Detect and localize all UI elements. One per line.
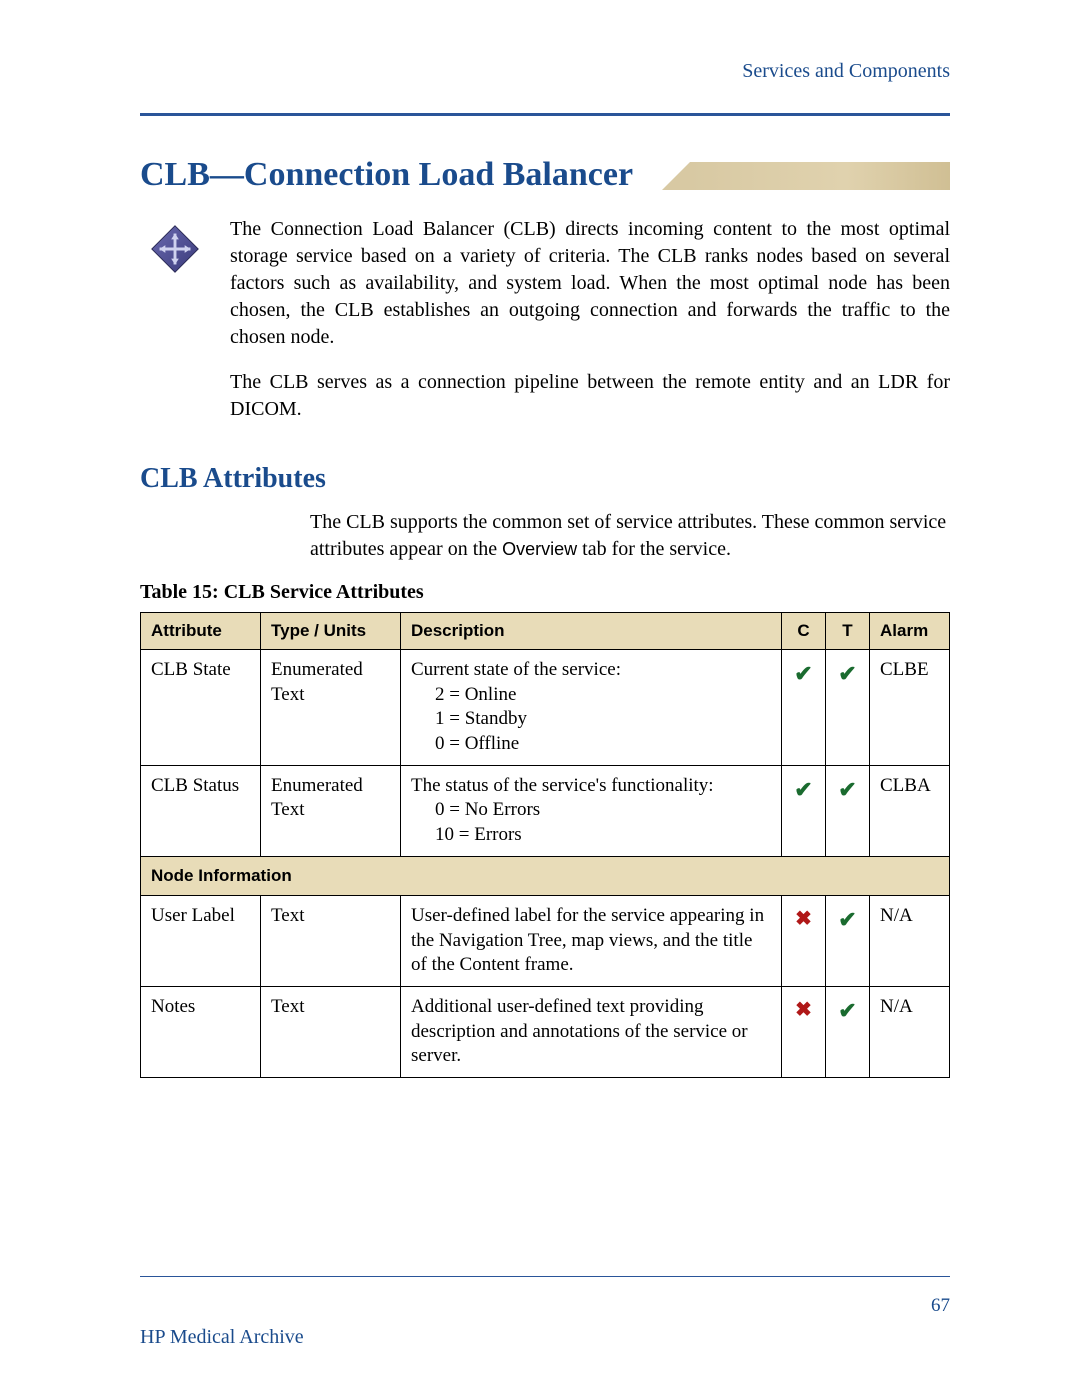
table-row: User LabelTextUser-defined label for the… (141, 895, 950, 986)
desc-main: User-defined label for the service appea… (411, 905, 764, 975)
check-icon: ✔ (838, 907, 856, 932)
cell-description: The status of the service's functionalit… (401, 765, 782, 856)
cell-alarm: CLBE (870, 650, 950, 766)
th-t: T (826, 613, 870, 650)
th-attribute: Attribute (141, 613, 261, 650)
cross-icon: ✖ (795, 999, 812, 1021)
bottom-rule (140, 1276, 950, 1277)
check-icon: ✔ (838, 998, 856, 1023)
table-caption: Table 15: CLB Service Attributes (140, 581, 950, 604)
intro-paragraph-2: The CLB serves as a connection pipeline … (230, 369, 950, 423)
cell-attribute: Notes (141, 986, 261, 1077)
cell-t: ✔ (826, 895, 870, 986)
subpara-suffix: tab for the service. (577, 538, 731, 560)
cell-alarm: CLBA (870, 765, 950, 856)
th-description: Description (401, 613, 782, 650)
th-c: C (782, 613, 826, 650)
cell-description: Additional user-defined text providing d… (401, 986, 782, 1077)
table-row: CLB StateEnumerated TextCurrent state of… (141, 650, 950, 766)
cell-alarm: N/A (870, 895, 950, 986)
th-alarm: Alarm (870, 613, 950, 650)
check-icon: ✔ (794, 661, 812, 686)
cell-alarm: N/A (870, 986, 950, 1077)
sub-paragraph: The CLB supports the common set of servi… (310, 509, 950, 563)
check-icon: ✔ (838, 661, 856, 686)
cell-type: Enumerated Text (261, 650, 401, 766)
page-title: CLB—Connection Load Balancer (140, 156, 950, 194)
desc-line: 0 = No Errors (411, 798, 771, 823)
top-rule (140, 113, 950, 116)
page-number: 67 (931, 1295, 950, 1317)
section-label: Node Information (141, 856, 950, 895)
clb-icon (140, 216, 210, 351)
cell-description: Current state of the service: 2 = Online1… (401, 650, 782, 766)
cell-attribute: CLB State (141, 650, 261, 766)
cell-c: ✔ (782, 765, 826, 856)
cell-type: Text (261, 895, 401, 986)
th-type: Type / Units (261, 613, 401, 650)
check-icon: ✔ (838, 777, 856, 802)
cell-t: ✔ (826, 986, 870, 1077)
overview-tab-name: Overview (502, 539, 577, 559)
cell-description: User-defined label for the service appea… (401, 895, 782, 986)
cell-c: ✖ (782, 895, 826, 986)
table-row: NotesTextAdditional user-defined text pr… (141, 986, 950, 1077)
desc-main: Current state of the service: (411, 659, 621, 680)
cell-attribute: CLB Status (141, 765, 261, 856)
desc-main: The status of the service's functionalit… (411, 775, 714, 796)
table-header-row: Attribute Type / Units Description C T A… (141, 613, 950, 650)
subheading: CLB Attributes (140, 463, 950, 495)
cell-t: ✔ (826, 765, 870, 856)
check-icon: ✔ (794, 777, 812, 802)
cell-attribute: User Label (141, 895, 261, 986)
footer-text: HP Medical Archive (140, 1326, 304, 1349)
attributes-table: Attribute Type / Units Description C T A… (140, 612, 950, 1078)
table-section-row: Node Information (141, 856, 950, 895)
breadcrumb: Services and Components (140, 60, 950, 83)
cell-type: Text (261, 986, 401, 1077)
desc-line: 10 = Errors (411, 823, 771, 848)
cell-c: ✔ (782, 650, 826, 766)
cell-c: ✖ (782, 986, 826, 1077)
desc-line: 1 = Standby (411, 707, 771, 732)
desc-line: 2 = Online (411, 683, 771, 708)
cell-type: Enumerated Text (261, 765, 401, 856)
table-row: CLB StatusEnumerated Text The status of t… (141, 765, 950, 856)
desc-line: 0 = Offline (411, 732, 771, 757)
intro-paragraph-1: The Connection Load Balancer (CLB) direc… (230, 216, 950, 351)
cross-icon: ✖ (795, 908, 812, 930)
desc-main: Additional user-defined text providing d… (411, 996, 748, 1066)
cell-t: ✔ (826, 650, 870, 766)
